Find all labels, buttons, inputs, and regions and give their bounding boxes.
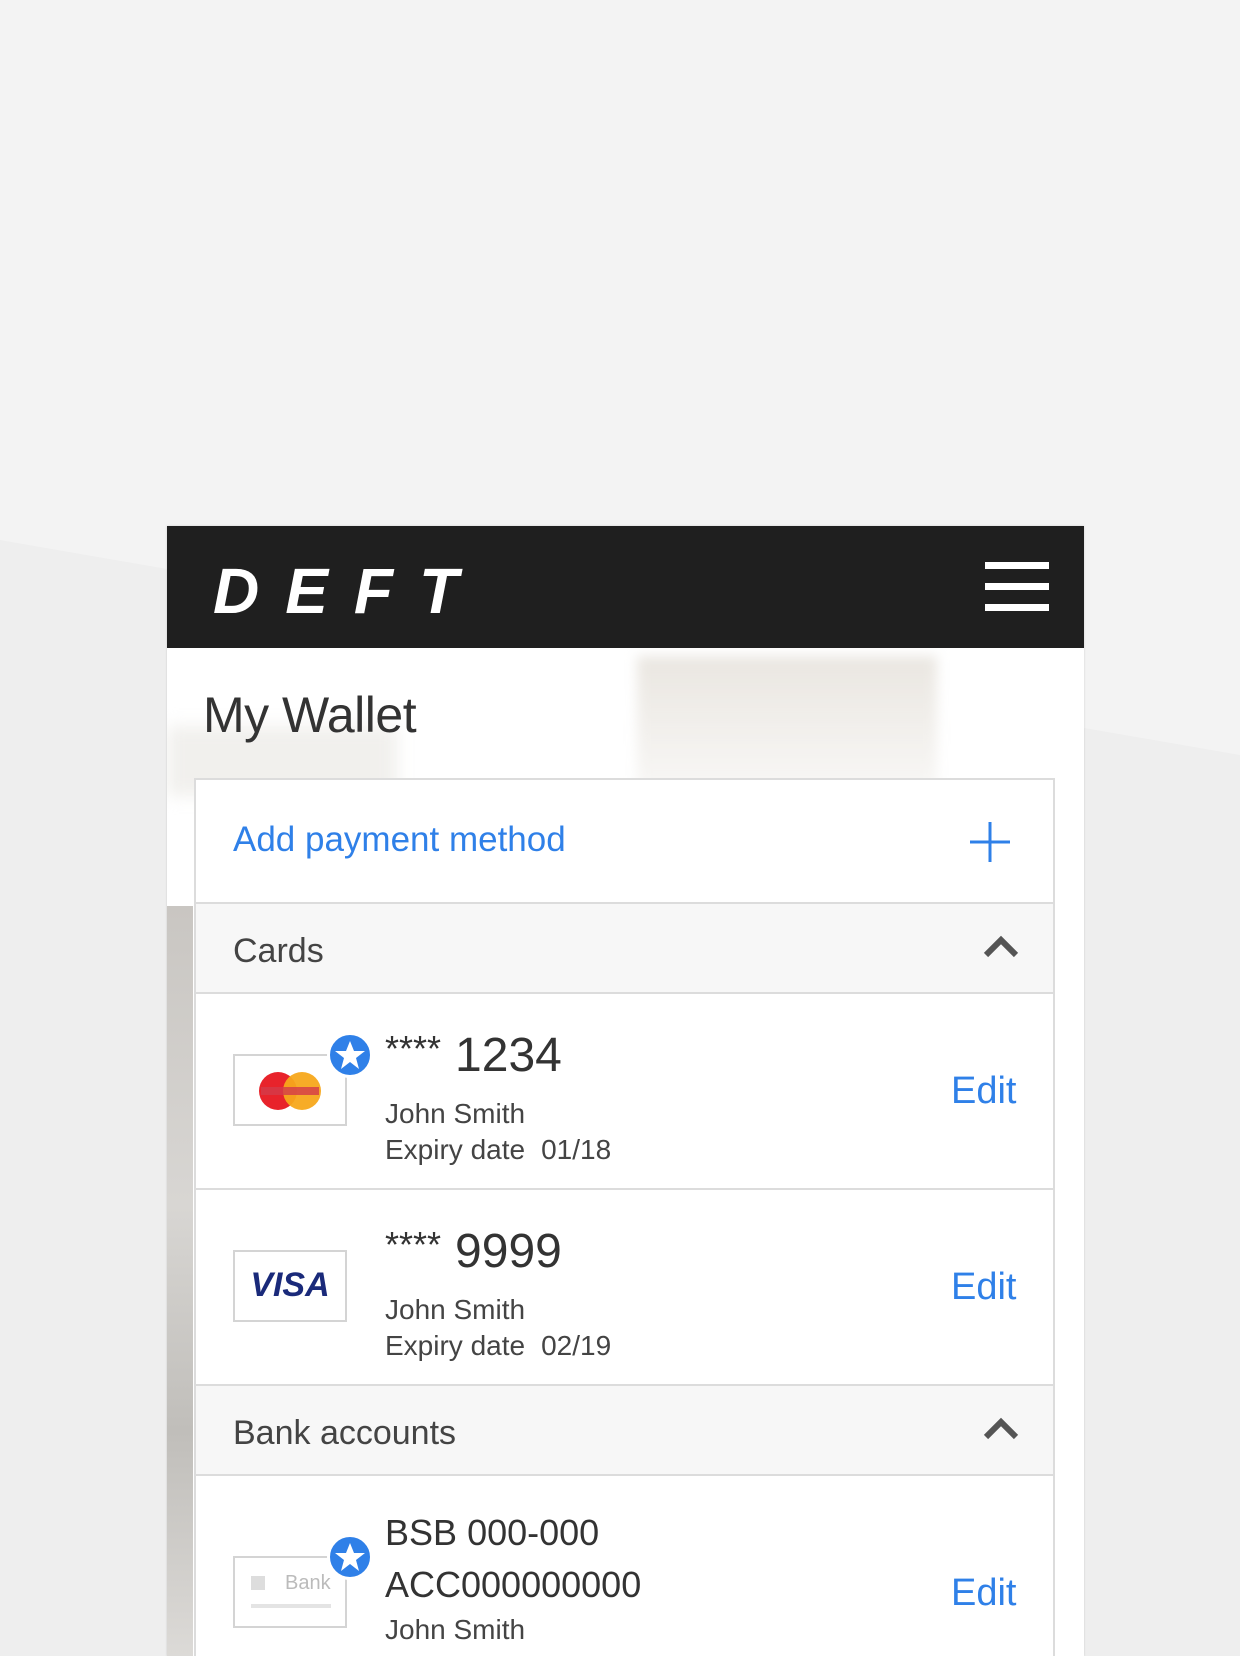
cards-section-title: Cards	[233, 932, 324, 970]
bank-account-number: ACC000000000	[385, 1564, 641, 1606]
acc-value: 000000000	[461, 1564, 642, 1605]
bank-accounts-section-header[interactable]: Bank accounts	[196, 1386, 1053, 1476]
visa-logo: VISA	[233, 1250, 347, 1322]
wallet-panel: Add payment method Cards **** 1234 John …	[194, 778, 1055, 1656]
card-item: VISA **** 9999 John Smith Expiry date 02/1…	[196, 1190, 1053, 1386]
card-expiry: Expiry date 02/19	[385, 1330, 611, 1362]
background-photo	[167, 906, 193, 1656]
masked-digits: ****	[385, 1028, 442, 1069]
add-payment-method-button[interactable]: Add payment method	[196, 780, 1053, 904]
card-number: **** 1234	[385, 1028, 562, 1083]
expiry-label: Expiry date	[385, 1330, 526, 1361]
masked-digits: ****	[385, 1224, 442, 1265]
card-last-digits: 1234	[455, 1029, 562, 1082]
visa-logo-text: VISA	[250, 1266, 330, 1304]
bank-logo-line	[251, 1604, 331, 1608]
bank-logo-text: Bank	[285, 1572, 331, 1594]
default-star-icon	[327, 1534, 373, 1580]
bsb-label: BSB	[385, 1512, 458, 1553]
card-holder-name: John Smith	[385, 1294, 526, 1325]
bsb-value: 000-000	[467, 1512, 600, 1553]
chevron-up-icon	[983, 935, 1019, 958]
bank-accounts-section-title: Bank accounts	[233, 1414, 457, 1452]
default-star-icon	[327, 1032, 373, 1078]
bank-bsb: BSB 000-000	[385, 1512, 599, 1554]
mobile-screen: DEFT My Wallet Add payment method Cards	[167, 526, 1084, 1656]
bank-logo-mark	[251, 1576, 265, 1590]
acc-label: ACC	[385, 1564, 462, 1605]
cards-section-header[interactable]: Cards	[196, 904, 1053, 994]
edit-card-button[interactable]: Edit	[951, 1070, 1016, 1113]
edit-bank-button[interactable]: Edit	[951, 1572, 1016, 1615]
mastercard-icon	[259, 1072, 321, 1110]
card-holder-name: John Smith	[385, 1098, 526, 1129]
expiry-value: 02/19	[541, 1330, 612, 1361]
hamburger-menu-icon[interactable]	[985, 562, 1049, 612]
expiry-label: Expiry date	[385, 1134, 526, 1165]
bank-holder-name: John Smith	[385, 1614, 526, 1645]
chevron-up-icon	[983, 1417, 1019, 1440]
card-item: **** 1234 John Smith Expiry date 01/18 Edi…	[196, 994, 1053, 1190]
bank-account-item: Bank BSB 000-000 ACC000000000 John Smith…	[196, 1476, 1053, 1656]
add-payment-method-label: Add payment method	[233, 820, 566, 859]
expiry-value: 01/18	[541, 1134, 612, 1165]
card-expiry: Expiry date 01/18	[385, 1134, 611, 1166]
plus-icon	[970, 822, 1010, 862]
card-number: **** 9999	[385, 1224, 562, 1279]
brand-logo: DEFT	[213, 555, 485, 627]
top-bar: DEFT	[167, 526, 1084, 648]
card-last-digits: 9999	[455, 1225, 562, 1278]
edit-card-button[interactable]: Edit	[951, 1266, 1016, 1309]
page-title: My Wallet	[203, 687, 417, 743]
